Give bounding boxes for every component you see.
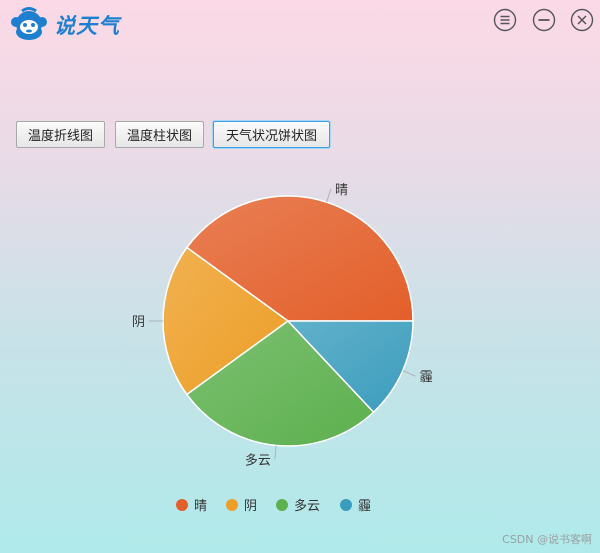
legend-marker-3 (340, 499, 352, 511)
watermark: CSDN @说书客啊 (502, 533, 592, 546)
legend-label-0[interactable]: 晴 (194, 499, 207, 514)
pie-leader-line-2 (274, 445, 277, 460)
legend-marker-2 (276, 499, 288, 511)
pie-label-1: 阴 (132, 315, 145, 330)
pie-label-0: 晴 (335, 183, 348, 198)
legend-label-2[interactable]: 多云 (294, 498, 320, 514)
weather-pie-chart: 晴阴多云霾晴阴多云霾 (132, 183, 433, 514)
pie-leader-line-3 (402, 370, 416, 377)
legend-marker-1 (226, 499, 238, 511)
legend-label-3[interactable]: 霾 (358, 499, 371, 514)
legend-marker-0 (176, 499, 188, 511)
pie-leader-line-0 (326, 188, 332, 203)
legend-label-1[interactable]: 阴 (244, 499, 257, 514)
pie-label-3: 霾 (420, 370, 433, 385)
pie-label-2: 多云 (245, 452, 271, 468)
